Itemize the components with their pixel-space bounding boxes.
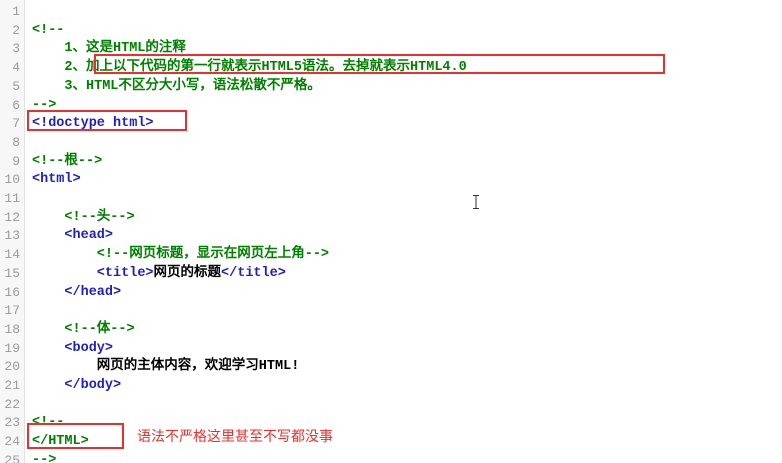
line-number: 7 [12, 116, 20, 132]
code-token-comment: <!--根--> [32, 153, 103, 169]
line-number: 19 [4, 340, 20, 356]
line-number: 13 [4, 228, 20, 244]
code-token-tag: </title> [221, 265, 286, 281]
line-code: <html> [32, 171, 81, 190]
code-token-tag: </head> [32, 284, 122, 300]
text-cursor-icon [473, 195, 479, 209]
line-number: 16 [4, 284, 20, 300]
line-code: 3、HTML不区分大小写，语法松散不严格。 [32, 78, 321, 97]
code-token-comment: 3、HTML不区分大小写，语法松散不严格。 [32, 78, 321, 94]
line-number: 3 [12, 41, 20, 57]
code-token-tag: </body> [32, 378, 122, 393]
line-code: <body> [32, 340, 113, 359]
line-code: <!-- [32, 22, 64, 41]
line-code: </body> [32, 377, 121, 396]
line-number: 20 [4, 359, 20, 375]
line-number: 15 [4, 265, 20, 281]
line-number: 24 [4, 434, 20, 450]
code-token-comment: <!--体--> [32, 321, 135, 337]
line-number: 6 [12, 97, 20, 113]
code-token-tag: <title> [32, 265, 154, 281]
code-token-tag: <html> [32, 172, 81, 188]
line-code: <title>网页的标题</title> [32, 265, 286, 284]
code-token-comment: <!--网页标题，显示在网页左上角--> [32, 247, 330, 263]
line-code: <head> [32, 227, 113, 246]
line-number: 17 [4, 303, 20, 319]
highlight-box-closing-html [27, 423, 124, 449]
line-code: --> [32, 452, 56, 463]
line-number: 25 [4, 452, 20, 463]
line-number: 8 [12, 134, 20, 150]
line-number: 9 [12, 153, 20, 169]
code-token-comment: --> [32, 452, 57, 463]
line-number: 2 [12, 22, 20, 38]
line-number: 1 [12, 4, 20, 19]
code-editor[interactable]: 1 2 <!-- 3 1、这是HTML的注释 4 2、加上以下代码的第一行就表示HTML… [0, 0, 782, 463]
line-number: 14 [4, 247, 20, 263]
code-token-tag: <head> [32, 228, 114, 244]
line-number: 22 [4, 396, 20, 412]
annotation-note: 语法不严格这里甚至不写都没事 [137, 429, 333, 445]
line-code: <!--体--> [32, 321, 135, 340]
line-number: 21 [4, 378, 20, 393]
line-code: <!--根--> [32, 153, 102, 172]
line-number: 10 [4, 172, 20, 188]
code-token-comment: <!--头--> [32, 209, 135, 225]
line-number: 18 [4, 321, 20, 337]
highlight-box-line-4 [94, 54, 665, 74]
line-number: 12 [4, 209, 20, 225]
line-code: <!--网页标题，显示在网页左上角--> [32, 246, 329, 265]
line-code: <!--头--> [32, 209, 135, 228]
code-token-text: 网页的主体内容，欢迎学习HTML! [32, 359, 300, 375]
line-number: 5 [12, 78, 20, 94]
code-token-tag: <body> [32, 340, 114, 356]
line-number: 11 [4, 191, 20, 206]
line-number: 23 [4, 415, 20, 431]
line-code: 网页的主体内容，欢迎学习HTML! [32, 358, 300, 377]
highlight-box-doctype [27, 110, 187, 131]
code-token-comment: <!-- [32, 22, 65, 38]
line-code: </head> [32, 284, 121, 303]
line-number: 4 [12, 60, 20, 76]
code-token-text: 网页的标题 [153, 265, 222, 281]
